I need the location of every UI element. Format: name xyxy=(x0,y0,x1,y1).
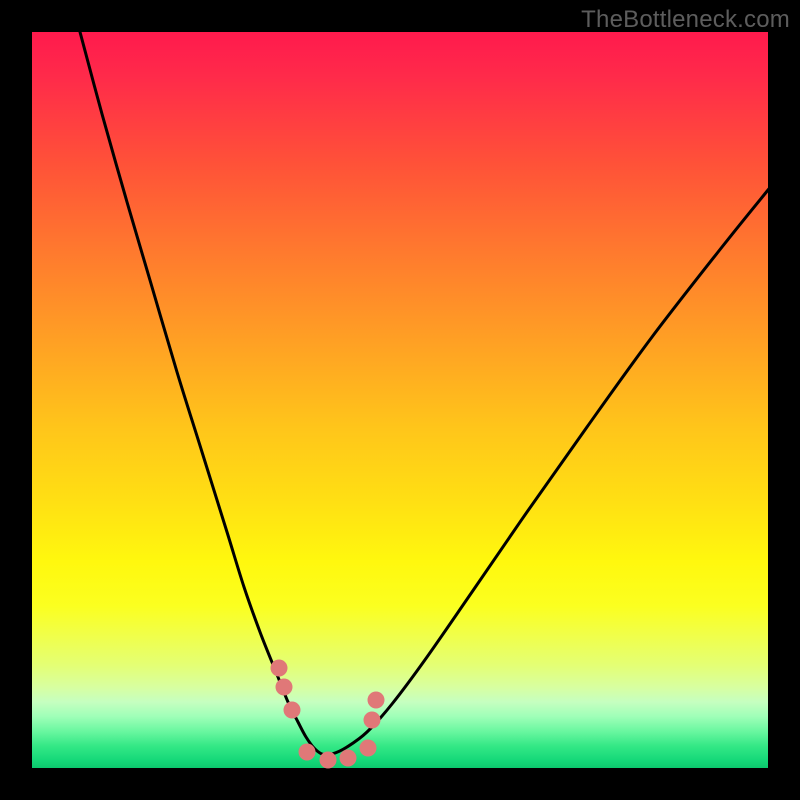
marker-dot xyxy=(340,750,357,767)
curve-layer xyxy=(32,32,768,768)
marker-dot xyxy=(368,692,385,709)
minimum-markers xyxy=(271,660,385,769)
bottleneck-curve xyxy=(80,32,771,755)
marker-dot xyxy=(299,744,316,761)
marker-dot xyxy=(320,752,337,769)
plot-area xyxy=(32,32,768,768)
marker-dot xyxy=(276,679,293,696)
marker-dot xyxy=(364,712,381,729)
marker-dot xyxy=(284,702,301,719)
watermark-text: TheBottleneck.com xyxy=(581,6,790,34)
marker-dot xyxy=(360,740,377,757)
marker-dot xyxy=(271,660,288,677)
chart-frame: TheBottleneck.com xyxy=(0,0,800,800)
